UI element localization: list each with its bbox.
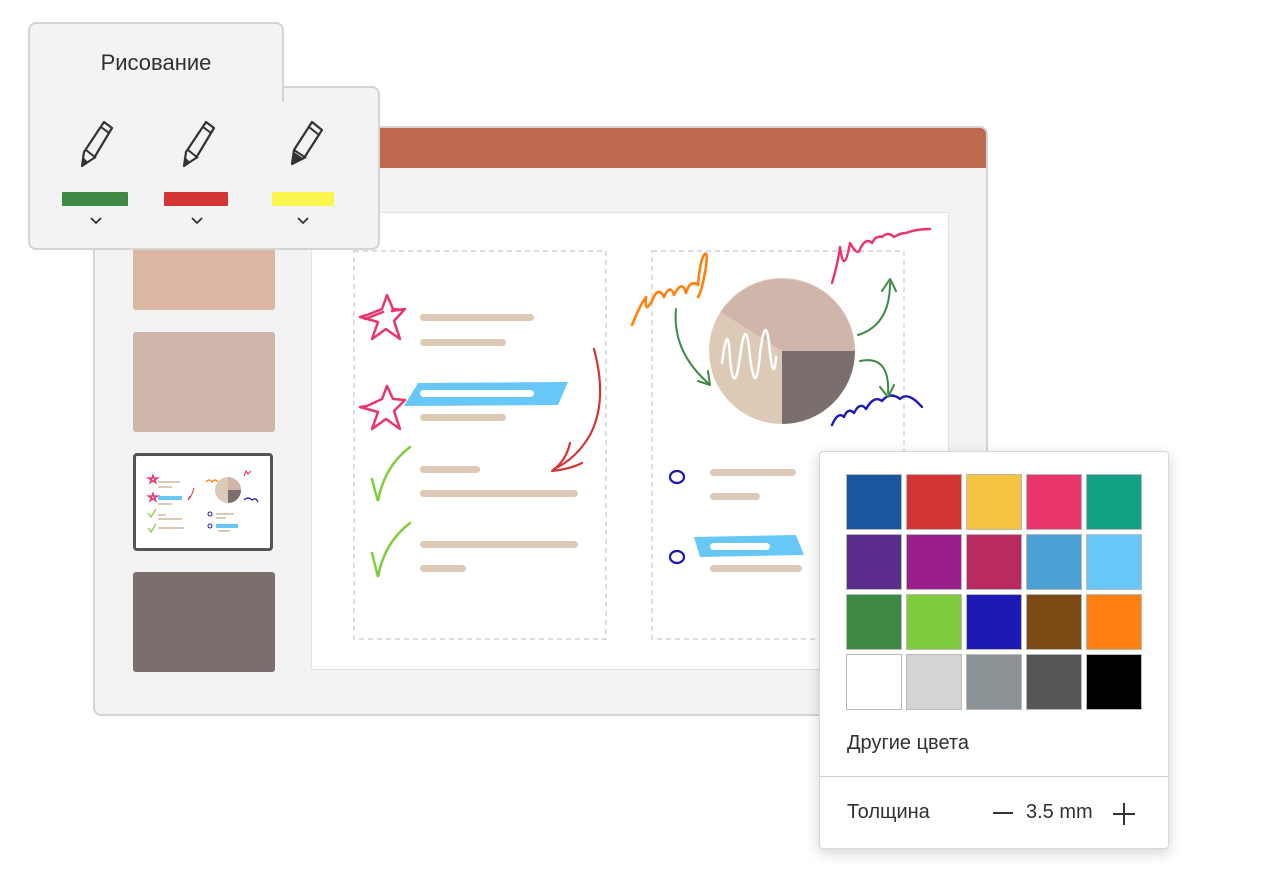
slide-thumbnail-preview xyxy=(145,469,259,534)
checkmark-icon xyxy=(370,445,412,502)
arrow-stroke xyxy=(859,359,890,394)
chevron-down-icon[interactable] xyxy=(189,214,205,226)
color-swatch[interactable] xyxy=(906,534,962,590)
divider xyxy=(820,776,1168,777)
handwriting-stroke xyxy=(830,227,932,285)
handwriting-stroke xyxy=(830,394,924,427)
color-swatch[interactable] xyxy=(906,474,962,530)
color-swatch[interactable] xyxy=(1086,474,1142,530)
color-swatch[interactable] xyxy=(846,594,902,650)
pen-color-swatch xyxy=(62,192,128,206)
color-swatch[interactable] xyxy=(966,594,1022,650)
minus-icon[interactable] xyxy=(992,802,1014,824)
chevron-down-icon[interactable] xyxy=(295,214,311,226)
highlighter-icon xyxy=(290,120,324,166)
slide-thumbnail-2[interactable] xyxy=(133,332,275,432)
color-swatch[interactable] xyxy=(1086,534,1142,590)
color-swatch[interactable] xyxy=(1026,654,1082,710)
pen-tool-green[interactable] xyxy=(56,118,136,228)
slide-thumbnail-3-selected[interactable] xyxy=(133,453,273,551)
color-swatch[interactable] xyxy=(906,654,962,710)
color-swatch[interactable] xyxy=(966,534,1022,590)
pen-color-swatch xyxy=(164,192,228,206)
drawing-tab-label: Рисование xyxy=(100,50,212,75)
pie-chart xyxy=(709,278,855,424)
star-icon xyxy=(358,384,407,431)
pen-icon xyxy=(80,120,114,168)
handwriting-stroke xyxy=(630,252,708,327)
color-swatch[interactable] xyxy=(846,474,902,530)
thickness-label: Толщина xyxy=(847,801,930,823)
arrow-stroke xyxy=(674,308,709,384)
color-swatch[interactable] xyxy=(966,654,1022,710)
star-icon xyxy=(358,293,407,341)
thickness-value: 3.5 mm xyxy=(1026,801,1093,823)
color-swatch[interactable] xyxy=(1026,534,1082,590)
tab-joint xyxy=(30,84,282,92)
color-swatch[interactable] xyxy=(846,654,902,710)
color-picker-popup: Другие цвета Толщина 3.5 mm xyxy=(819,451,1169,849)
color-swatch[interactable] xyxy=(1026,474,1082,530)
color-swatch[interactable] xyxy=(846,534,902,590)
pen-color-swatch xyxy=(272,192,334,206)
color-swatch[interactable] xyxy=(1086,594,1142,650)
color-swatch[interactable] xyxy=(966,474,1022,530)
checkmark-icon xyxy=(370,521,412,578)
color-swatch-grid xyxy=(846,474,1144,710)
chevron-down-icon[interactable] xyxy=(88,214,104,226)
bullet-circle xyxy=(668,549,686,565)
pen-tool-red[interactable] xyxy=(158,118,238,228)
highlighter-tool-yellow[interactable] xyxy=(264,118,344,228)
bullet-circle xyxy=(668,469,686,485)
slide-thumbnail-4[interactable] xyxy=(133,572,275,672)
color-swatch[interactable] xyxy=(1086,654,1142,710)
more-colors-link[interactable]: Другие цвета xyxy=(847,732,969,755)
arrow-stroke xyxy=(552,347,602,471)
color-swatch[interactable] xyxy=(906,594,962,650)
pen-icon xyxy=(182,120,216,168)
color-swatch[interactable] xyxy=(1026,594,1082,650)
arrow-stroke xyxy=(857,282,891,336)
drawing-tools-panel xyxy=(28,86,380,250)
plus-icon[interactable] xyxy=(1112,802,1136,826)
